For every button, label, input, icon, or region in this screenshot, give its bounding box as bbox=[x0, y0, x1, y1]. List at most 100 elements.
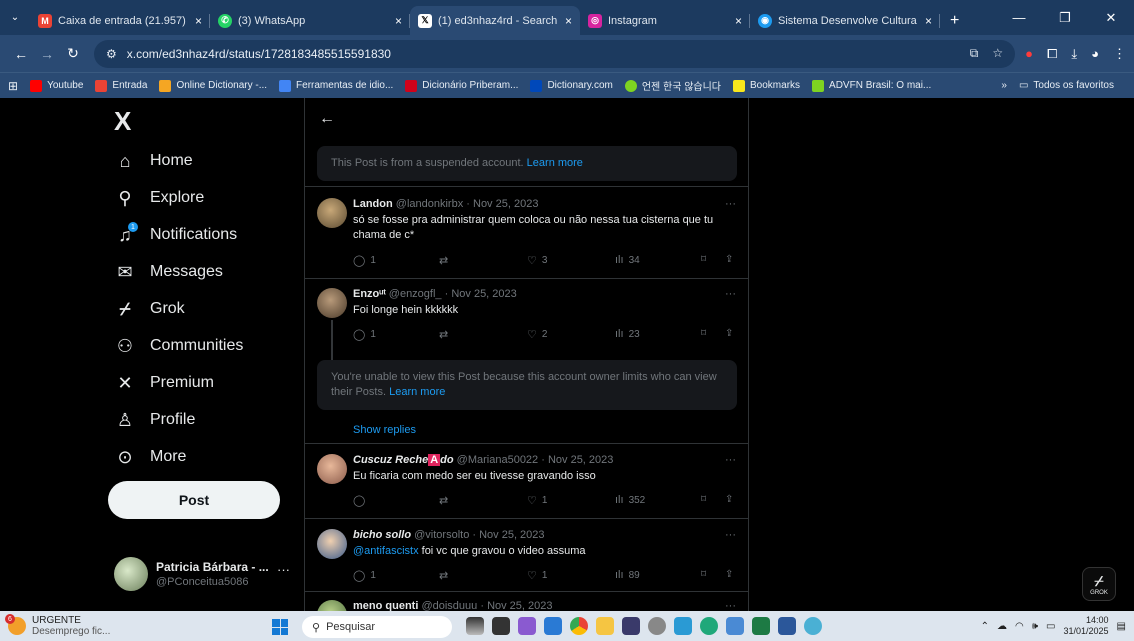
install-app-icon[interactable]: ⧉ bbox=[970, 46, 979, 61]
reload-icon[interactable]: ↻ bbox=[60, 45, 86, 62]
bookmark-icon[interactable]: ⌑ bbox=[701, 569, 706, 580]
opera-extension-icon[interactable]: ● bbox=[1025, 46, 1033, 61]
word-icon[interactable] bbox=[778, 617, 796, 635]
sidebar-item-messages[interactable]: ✉ Messages bbox=[114, 257, 222, 287]
app-color-icon[interactable] bbox=[518, 617, 536, 635]
show-replies-link[interactable]: Show replies bbox=[353, 424, 416, 436]
bookmark-advfn[interactable]: ADVFN Brasil: O mai... bbox=[812, 79, 931, 92]
edge-icon[interactable] bbox=[700, 617, 718, 635]
author-name[interactable]: Landon bbox=[353, 198, 393, 210]
settings-gear-icon[interactable] bbox=[648, 617, 666, 635]
wifi-icon[interactable]: ◠ bbox=[1015, 621, 1024, 632]
app-zebra-icon[interactable] bbox=[466, 617, 484, 635]
bookmark-youtube[interactable]: Youtube bbox=[30, 79, 83, 92]
app-explorer-icon[interactable] bbox=[492, 617, 510, 635]
like-button[interactable]: ♡ 2 bbox=[527, 328, 547, 341]
sidebar-item-explore[interactable]: ⚲ Explore bbox=[114, 183, 204, 213]
avatar[interactable] bbox=[317, 600, 347, 611]
app-calculator-icon[interactable] bbox=[622, 617, 640, 635]
bookmark-entrada[interactable]: Entrada bbox=[95, 79, 147, 92]
share-icon[interactable]: ⇪ bbox=[725, 494, 733, 505]
app-store-icon[interactable] bbox=[726, 617, 744, 635]
reply-button[interactable]: ◯ bbox=[353, 494, 370, 507]
retweet-button[interactable]: ⇄ bbox=[439, 254, 453, 267]
bookmark-bookmarks[interactable]: Bookmarks bbox=[733, 79, 800, 92]
bookmark-dictionary-com[interactable]: Dictionary.com bbox=[530, 79, 613, 92]
bookmark-star-icon[interactable]: ☆ bbox=[992, 46, 1003, 61]
retweet-button[interactable]: ⇄ bbox=[439, 328, 453, 341]
tab-whatsapp[interactable]: ✆ (3) WhatsApp × bbox=[210, 6, 410, 35]
bookmark-korean[interactable]: 언젠 한국 않습니다 bbox=[624, 78, 721, 93]
share-icon[interactable]: ⇪ bbox=[725, 569, 733, 580]
sidebar-item-grok[interactable]: ⌿ Grok bbox=[114, 294, 185, 324]
download-icon[interactable]: ⤓ bbox=[1071, 46, 1077, 62]
bookmark-ferramentas[interactable]: Ferramentas de idio... bbox=[279, 79, 393, 92]
views-button[interactable]: ılı 352 bbox=[615, 494, 645, 506]
tab-instagram[interactable]: ◎ Instagram × bbox=[580, 6, 750, 35]
clock[interactable]: 14:00 31/01/2025 bbox=[1064, 615, 1109, 637]
sidebar-item-premium[interactable]: ✕ Premium bbox=[114, 368, 214, 398]
close-icon[interactable]: × bbox=[395, 14, 402, 28]
apps-grid-icon[interactable]: ⊞ bbox=[8, 79, 18, 93]
like-button[interactable]: ♡ 3 bbox=[527, 254, 547, 267]
post-button[interactable]: Post bbox=[108, 481, 280, 519]
chevron-up-icon[interactable]: ⌃ bbox=[981, 621, 989, 632]
more-bookmarks-icon[interactable]: » bbox=[1001, 80, 1007, 91]
like-button[interactable]: ♡ 1 bbox=[527, 569, 547, 582]
avatar[interactable] bbox=[317, 529, 347, 559]
news-widget[interactable]: 6 URGENTE Desemprego fic... bbox=[5, 614, 208, 637]
share-icon[interactable]: ⇪ bbox=[725, 254, 733, 265]
close-icon[interactable]: × bbox=[925, 14, 932, 28]
notifications-icon[interactable]: ▤ bbox=[1117, 621, 1126, 632]
bookmark-icon[interactable]: ⌑ bbox=[701, 328, 706, 339]
more-dots-icon[interactable]: ··· bbox=[725, 454, 736, 466]
views-button[interactable]: ılı 89 bbox=[615, 569, 640, 581]
minimize-icon[interactable]: — bbox=[996, 10, 1042, 25]
bookmark-priberam[interactable]: Dicionário Priberam... bbox=[405, 79, 518, 92]
more-dots-icon[interactable]: ··· bbox=[725, 198, 736, 210]
forward-arrow-icon[interactable]: → bbox=[34, 46, 60, 62]
menu-dots-icon[interactable]: ⋮ bbox=[1113, 46, 1126, 62]
reply-button[interactable]: ◯ 1 bbox=[353, 328, 376, 341]
battery-icon[interactable]: ▭ bbox=[1046, 621, 1055, 632]
reply-button[interactable]: ◯ 1 bbox=[353, 254, 376, 267]
file-explorer-icon[interactable] bbox=[596, 617, 614, 635]
retweet-button[interactable]: ⇄ bbox=[439, 569, 453, 582]
volume-icon[interactable]: 🕪 bbox=[1032, 621, 1038, 632]
mention-link[interactable]: @antifascistx bbox=[353, 545, 419, 557]
close-icon[interactable]: × bbox=[195, 14, 202, 28]
sidebar-item-home[interactable]: ⌂ Home bbox=[114, 146, 193, 176]
app-tasks-icon[interactable] bbox=[544, 617, 562, 635]
sidebar-item-profile[interactable]: ♙ Profile bbox=[114, 405, 195, 435]
x-logo-icon[interactable]: X bbox=[114, 106, 131, 137]
tab-gmail[interactable]: M Caixa de entrada (21.957) - bar × bbox=[30, 6, 210, 35]
sidebar-item-notifications[interactable]: ♫ 1 Notifications bbox=[114, 220, 237, 250]
cloud-icon[interactable]: ☁ bbox=[997, 621, 1007, 632]
avatar[interactable] bbox=[317, 454, 347, 484]
more-dots-icon[interactable]: ··· bbox=[725, 529, 736, 541]
bookmark-icon[interactable]: ⌑ bbox=[701, 254, 706, 265]
tab-desenvolve-cultura[interactable]: ◉ Sistema Desenvolve Cultura × bbox=[750, 6, 940, 35]
chrome-icon[interactable] bbox=[570, 617, 588, 635]
author-name[interactable]: meno quenti bbox=[353, 600, 418, 611]
bookmark-icon[interactable]: ⌑ bbox=[701, 494, 706, 505]
share-icon[interactable]: ⇪ bbox=[725, 328, 733, 339]
more-dots-icon[interactable]: ··· bbox=[277, 562, 290, 577]
account-switcher[interactable]: Patricia Bárbara - ... @PConceitua5086 ·… bbox=[114, 554, 294, 594]
app-paint-icon[interactable] bbox=[804, 617, 822, 635]
retweet-button[interactable]: ⇄ bbox=[439, 494, 453, 507]
app-copilot-icon[interactable] bbox=[674, 617, 692, 635]
reply-button[interactable]: ◯ 1 bbox=[353, 569, 376, 582]
sidebar-item-communities[interactable]: ⚇ Communities bbox=[114, 331, 243, 361]
more-dots-icon[interactable]: ··· bbox=[725, 288, 736, 300]
back-arrow-icon[interactable]: ← bbox=[319, 110, 335, 128]
more-dots-icon[interactable]: ··· bbox=[725, 600, 736, 611]
like-button[interactable]: ♡ 1 bbox=[527, 494, 547, 507]
extensions-icon[interactable]: ⧠ bbox=[1047, 46, 1057, 62]
tab-search-icon[interactable]: ⌄ bbox=[0, 0, 30, 35]
all-bookmarks-folder[interactable]: ▭ Todos os favoritos bbox=[1019, 80, 1114, 91]
sidebar-item-more[interactable]: ⊙ More bbox=[114, 442, 186, 472]
excel-icon[interactable] bbox=[752, 617, 770, 635]
author-name[interactable]: Enzoᵘᵗ bbox=[353, 288, 386, 300]
views-button[interactable]: ılı 34 bbox=[615, 254, 640, 266]
